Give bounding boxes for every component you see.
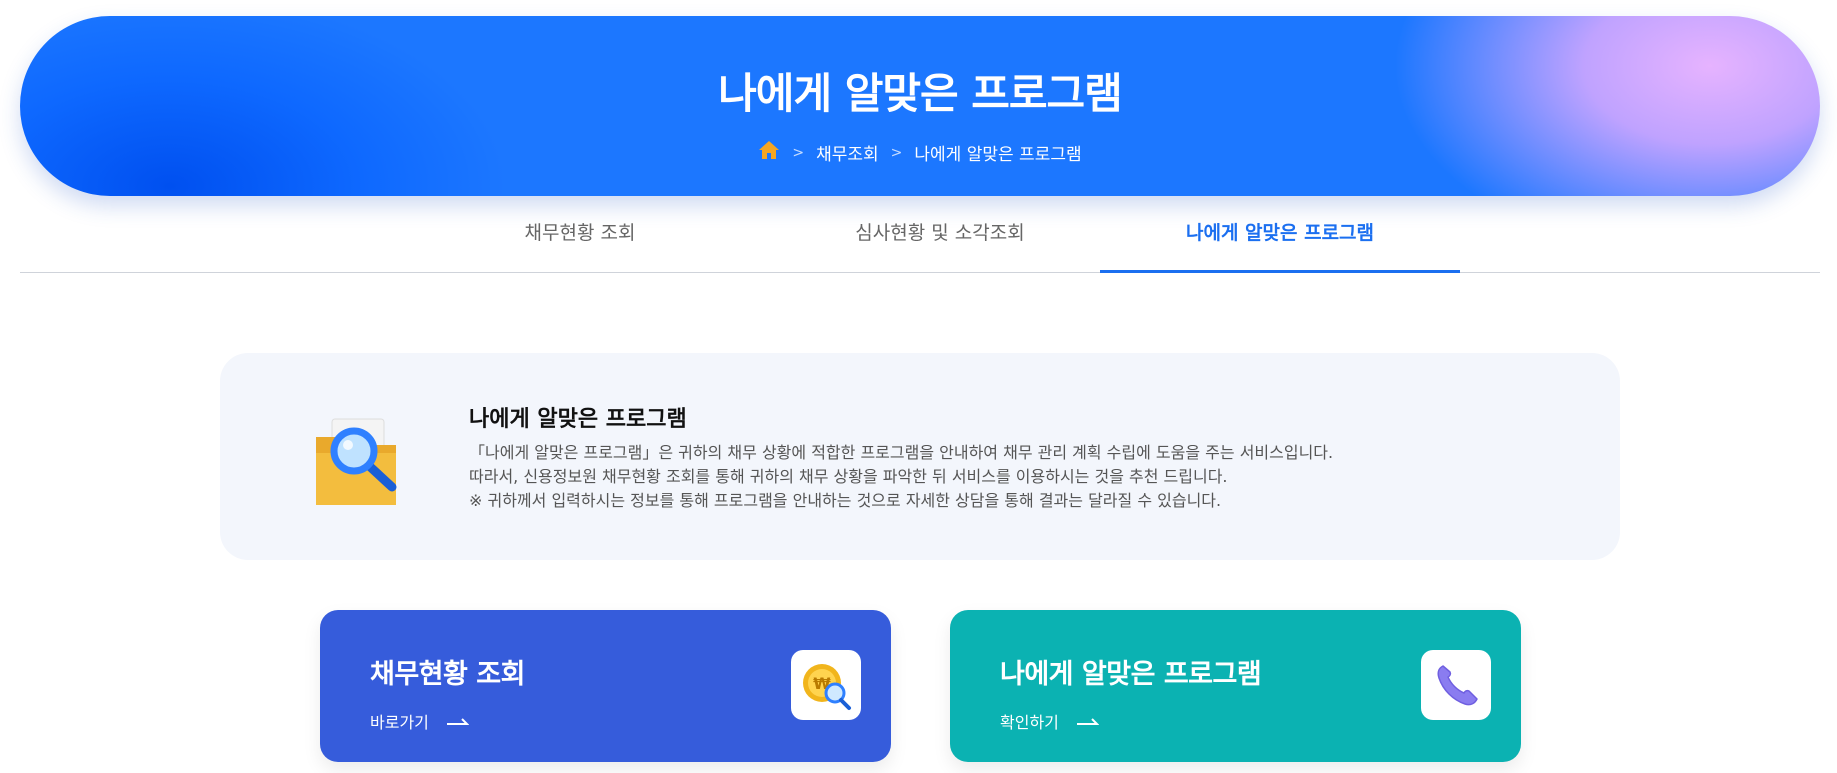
- card-title: 나에게 알맞은 프로그램: [1000, 659, 1262, 690]
- info-title: 나에게 알맞은 프로그램: [469, 407, 687, 432]
- info-line: 따라서, 신용정보원 채무현황 조회를 통해 귀하의 채무 상황을 파악한 뒤 …: [469, 467, 1228, 486]
- folder-search-icon: [310, 413, 406, 509]
- go-link[interactable]: 바로가기: [370, 709, 470, 733]
- card-title: 채무현황 조회: [370, 659, 525, 690]
- page-title: 나에게 알맞은 프로그램: [718, 69, 1123, 118]
- card-link-label: 확인하기: [1000, 713, 1059, 732]
- tab-suitable-program[interactable]: 나에게 알맞은 프로그램: [1100, 196, 1460, 273]
- debt-status-card[interactable]: 채무현황 조회 바로가기 ₩: [320, 610, 891, 762]
- tab-debt-status[interactable]: 채무현황 조회: [400, 196, 760, 273]
- info-card: 나에게 알맞은 프로그램 「나에게 알맞은 프로그램」은 귀하의 채무 상황에 …: [220, 353, 1620, 560]
- arrow-right-icon: [1076, 712, 1100, 731]
- breadcrumb: > 채무조회 > 나에게 알맞은 프로그램: [20, 140, 1820, 165]
- breadcrumb-separator: >: [792, 144, 805, 161]
- suitable-program-card[interactable]: 나에게 알맞은 프로그램 확인하기: [950, 610, 1521, 762]
- check-link[interactable]: 확인하기: [1000, 709, 1100, 733]
- breadcrumb-item-debt-inquiry[interactable]: 채무조회: [816, 140, 879, 165]
- arrow-right-icon: [446, 712, 470, 731]
- info-line: 「나에게 알맞은 프로그램」은 귀하의 채무 상황에 적합한 프로그램을 안내하…: [469, 443, 1334, 462]
- home-icon[interactable]: [758, 140, 780, 165]
- tab-bar: 채무현황 조회 심사현황 및 소각조회 나에게 알맞은 프로그램: [20, 196, 1820, 273]
- coin-search-icon: ₩: [791, 650, 861, 720]
- tab-review-status[interactable]: 심사현황 및 소각조회: [760, 196, 1120, 273]
- phone-icon: [1421, 650, 1491, 720]
- breadcrumb-separator: >: [890, 144, 903, 161]
- breadcrumb-item-current[interactable]: 나에게 알맞은 프로그램: [914, 140, 1081, 165]
- info-line: ※ 귀하께서 입력하시는 정보를 통해 프로그램을 안내하는 것으로 자세한 상…: [469, 491, 1222, 510]
- info-description: 「나에게 알맞은 프로그램」은 귀하의 채무 상황에 적합한 프로그램을 안내하…: [469, 441, 1333, 513]
- hero-banner: 나에게 알맞은 프로그램 > 채무조회 > 나에게 알맞은 프로그램: [20, 16, 1820, 196]
- card-link-label: 바로가기: [370, 713, 429, 732]
